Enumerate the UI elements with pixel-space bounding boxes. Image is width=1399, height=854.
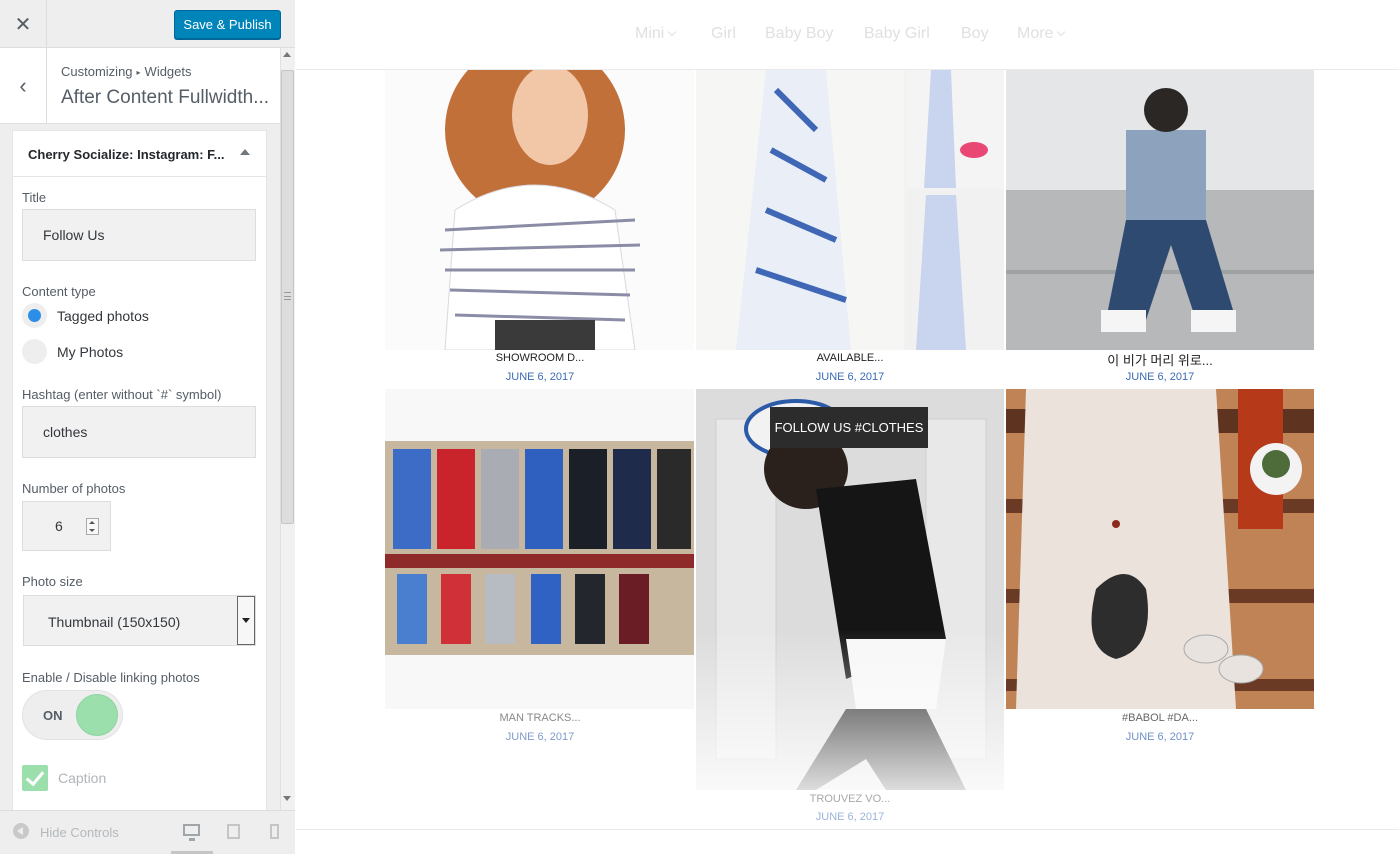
radio-tagged-photos-label: Tagged photos bbox=[57, 308, 149, 324]
follow-us-badge: FOLLOW US #CLOTHES bbox=[770, 407, 928, 448]
preview-divider bbox=[296, 829, 1399, 830]
photo-5-image bbox=[696, 389, 1004, 790]
instagram-photo-5[interactable] bbox=[696, 389, 1004, 790]
nav-item-baby-girl[interactable]: Baby Girl bbox=[864, 25, 930, 43]
dropdown-arrow-icon[interactable] bbox=[237, 596, 255, 645]
tablet-preview-icon[interactable] bbox=[227, 824, 240, 839]
nav-item-boy[interactable]: Boy bbox=[961, 25, 989, 43]
photo-size-select[interactable]: Thumbnail (150x150) bbox=[23, 595, 256, 646]
photo-1-date: JUNE 6, 2017 bbox=[505, 371, 575, 383]
photo-2-caption: AVAILABLE... bbox=[816, 352, 884, 364]
instagram-photo-6[interactable] bbox=[1006, 389, 1314, 709]
photo-2-image bbox=[696, 70, 1004, 350]
collapse-arrow-icon[interactable] bbox=[240, 149, 250, 155]
close-icon[interactable]: ✕ bbox=[0, 0, 47, 48]
radio-tagged-photos[interactable] bbox=[22, 303, 47, 328]
nav-item-baby-boy[interactable]: Baby Boy bbox=[765, 25, 833, 43]
scroll-up-arrow-icon[interactable] bbox=[283, 52, 291, 57]
photo-1-caption: SHOWROOM D... bbox=[495, 352, 585, 364]
widget-title: Cherry Socialize: Instagram: F... bbox=[28, 147, 225, 162]
hide-controls-button[interactable]: Hide Controls bbox=[40, 825, 119, 840]
breadcrumb-root: Customizing bbox=[61, 64, 133, 79]
photo-3-caption: 이 비가 머리 위로... bbox=[1107, 353, 1213, 368]
title-input[interactable]: Follow Us bbox=[22, 209, 256, 261]
toggle-knob bbox=[76, 694, 118, 736]
site-top-navigation: Mini Girl Baby Boy Baby Girl Boy More bbox=[296, 0, 1399, 70]
photo-4-date: JUNE 6, 2017 bbox=[505, 731, 575, 743]
instagram-photo-4[interactable] bbox=[385, 389, 694, 709]
instagram-photo-3[interactable] bbox=[1006, 70, 1314, 350]
photo-5-date: JUNE 6, 2017 bbox=[815, 811, 885, 823]
linking-label: Enable / Disable linking photos bbox=[22, 670, 200, 685]
photo-4-image bbox=[385, 441, 694, 655]
radio-my-photos[interactable] bbox=[22, 339, 47, 364]
customizer-sidebar: ✕ Save & Publish ‹ Customizing ▸ Widgets A… bbox=[0, 0, 295, 854]
section-meta: ‹ Customizing ▸ Widgets After Content Full… bbox=[0, 48, 280, 124]
hashtag-label: Hashtag (enter without `#` symbol) bbox=[22, 387, 222, 402]
breadcrumb-separator-icon: ▸ bbox=[136, 68, 141, 77]
photo-6-image bbox=[1006, 389, 1314, 709]
number-photos-label: Number of photos bbox=[22, 481, 126, 496]
instagram-photo-2[interactable] bbox=[696, 70, 1004, 350]
caption-label: Caption bbox=[58, 770, 107, 786]
caption-checkbox[interactable] bbox=[22, 765, 48, 791]
photo-6-caption: #BABOL #DA... bbox=[1121, 712, 1199, 724]
chevron-down-icon bbox=[668, 27, 677, 37]
photo-2-date: JUNE 6, 2017 bbox=[815, 371, 885, 383]
collapse-sidebar-icon[interactable] bbox=[13, 823, 29, 839]
chevron-down-icon bbox=[1057, 27, 1066, 37]
scroll-down-arrow-icon[interactable] bbox=[283, 796, 291, 801]
breadcrumb: Customizing ▸ Widgets bbox=[61, 64, 192, 79]
radio-my-photos-label: My Photos bbox=[57, 344, 124, 360]
scroll-grip-icon bbox=[284, 292, 291, 300]
nav-item-more-label: More bbox=[1017, 25, 1054, 42]
photo-size-label: Photo size bbox=[22, 574, 83, 589]
instagram-photo-1[interactable] bbox=[385, 70, 694, 350]
spinner-arrows-icon[interactable] bbox=[86, 518, 99, 535]
number-photos-stepper[interactable]: 6 bbox=[22, 501, 111, 551]
photo-3-date: JUNE 6, 2017 bbox=[1125, 371, 1195, 383]
section-title: After Content Fullwidth... bbox=[61, 87, 270, 108]
controls-scroll-area[interactable]: Cherry Socialize: Instagram: F... Title … bbox=[0, 124, 280, 810]
desktop-preview-icon[interactable] bbox=[183, 824, 200, 841]
photo-3-image bbox=[1006, 70, 1314, 350]
hashtag-input[interactable]: clothes bbox=[22, 406, 256, 458]
nav-item-girl[interactable]: Girl bbox=[711, 25, 736, 43]
photo-size-value: Thumbnail (150x150) bbox=[48, 614, 181, 630]
toggle-state-label: ON bbox=[43, 708, 63, 723]
back-arrow-icon[interactable]: ‹ bbox=[0, 48, 47, 124]
title-label: Title bbox=[22, 190, 47, 205]
content-type-label: Content type bbox=[22, 284, 96, 299]
customizer-header: ✕ Save & Publish bbox=[0, 0, 295, 48]
customizer-footer: Hide Controls bbox=[0, 810, 295, 854]
save-publish-button[interactable]: Save & Publish bbox=[174, 10, 281, 39]
number-photos-value: 6 bbox=[55, 518, 63, 534]
nav-item-mini[interactable]: Mini bbox=[635, 25, 677, 43]
photo-5-caption: TROUVEZ VO... bbox=[809, 793, 891, 805]
mobile-preview-icon[interactable] bbox=[270, 824, 279, 839]
photo-6-date: JUNE 6, 2017 bbox=[1125, 731, 1195, 743]
nav-item-mini-label: Mini bbox=[635, 25, 665, 42]
widget-title-bar[interactable]: Cherry Socialize: Instagram: F... bbox=[13, 131, 266, 177]
breadcrumb-child: Widgets bbox=[144, 64, 192, 79]
linking-toggle[interactable]: ON bbox=[22, 690, 123, 740]
photo-4-caption: MAN TRACKS... bbox=[499, 712, 581, 724]
nav-item-more[interactable]: More bbox=[1017, 25, 1066, 43]
site-preview: Mini Girl Baby Boy Baby Girl Boy More SH… bbox=[296, 0, 1399, 854]
photo-1-image bbox=[439, 70, 641, 350]
